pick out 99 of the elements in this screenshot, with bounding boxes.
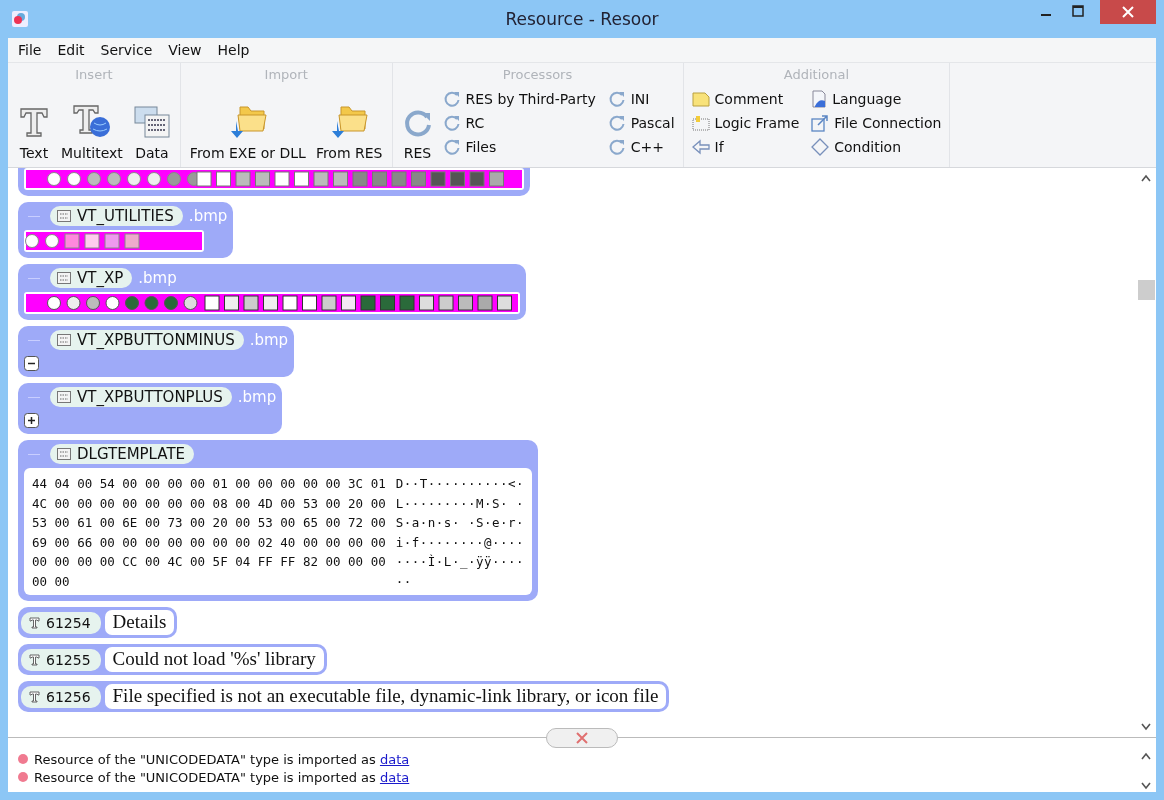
ribbon-button[interactable]: RC [440,111,598,135]
ribbon-button[interactable]: Comment [689,87,802,111]
group-title: Insert [75,67,113,84]
refresh-icon [607,90,626,108]
string-text: Details [104,610,175,635]
diamond-icon [811,138,830,156]
refresh-icon [607,138,626,156]
binary-data-icon [57,210,71,222]
group-title: Import [264,67,308,84]
ribbon-button[interactable]: Condition [809,135,944,159]
scroll-thumb[interactable] [1137,280,1155,300]
log-message: Resource of the "UNICODEDATA" type is imported as data [34,769,410,785]
window-title: Resource - Resoor [505,9,659,29]
string-id-tag[interactable]: 61255 [21,648,101,671]
document-icon [811,90,828,108]
menu-item[interactable]: Edit [57,42,85,58]
file-extension: .bmp [188,207,228,225]
ribbon-button[interactable]: Data [129,85,174,163]
ribbon-button[interactable]: Logic Frame [689,111,802,135]
scroll-up-icon [1141,752,1151,760]
ribbon-button[interactable]: RES [398,85,437,163]
resource-name-tag[interactable]: VT_XP [50,268,133,288]
ribbon-button[interactable]: From EXE or DLL [186,85,309,163]
ascii-text: i·f········@···· [395,533,525,552]
app-icon [12,11,28,27]
ribbon-button[interactable]: Files [440,135,598,159]
ribbon-button[interactable]: Multitext [58,85,126,163]
refresh-icon [607,114,626,132]
hex-bytes: 53 00 61 00 6E 00 73 00 20 00 53 00 65 00 72 00 [32,514,386,532]
close-button[interactable] [1100,0,1156,24]
external-link-icon [811,114,830,132]
group-title: Additional [783,67,850,84]
binary-data-icon [57,391,71,403]
ribbon-button[interactable]: INI [605,87,677,111]
menu-item[interactable]: Help [217,42,250,58]
scroll-up-icon [1141,174,1151,182]
ascii-text: ·· [395,572,413,591]
ribbon-button[interactable]: File Connection [809,111,944,135]
ribbon-button[interactable]: Text [14,85,54,163]
pointer-icon [691,139,710,155]
ascii-text: D··T··········<· [395,475,525,493]
menu-item[interactable]: File [18,42,42,58]
string-id-tag[interactable]: 61254 [21,611,101,634]
status-dot-icon [18,772,28,782]
letter-t-globe-icon [71,103,112,139]
ribbon-button[interactable]: Pascal [605,111,677,135]
dotted-frame-icon [691,115,710,131]
ribbon-button[interactable]: From RES [312,85,386,163]
resource-name-tag[interactable]: DLGTEMPLATE [50,444,195,464]
resource-name-tag[interactable]: VT_XPBUTTONMINUS [50,330,244,350]
binary-data-icon [57,272,71,284]
maximize-icon [1072,5,1084,17]
scroll-down-icon [1141,782,1151,790]
data-link[interactable]: data [379,769,410,785]
ribbon-button[interactable]: If [689,135,802,159]
refresh-icon [442,114,461,132]
hex-bytes: 00 00 00 00 CC 00 4C 00 5F 04 FF FF 82 00 00 00 [32,553,386,571]
letter-t-icon [29,653,40,666]
string-id-tag[interactable]: 61256 [21,685,101,708]
letter-t-icon [29,616,40,629]
hex-bytes: 00 00 [32,572,71,591]
resource-name-tag[interactable]: VT_UTILITIES [50,206,183,226]
ribbon-button[interactable]: Language [809,87,944,111]
minimize-icon [1041,14,1051,16]
status-dot-icon [18,754,28,764]
minus-box-icon [24,356,39,371]
hex-bytes: 44 04 00 54 00 00 00 00 01 00 00 00 00 00 3C 01 [32,475,386,493]
file-extension: .bmp [249,331,289,349]
ascii-text: S·a·n·s· ·S·e·r· [395,514,525,532]
group-title: Processors [502,67,573,84]
scroll-down-icon [1141,723,1151,731]
ascii-text: ····Ì·L·_·ÿÿ···· [395,553,525,571]
binary-data-icon [57,448,71,460]
letter-t-icon [29,690,40,703]
hex-bytes: 4C 00 00 00 00 00 00 00 08 00 4D 00 53 00 20 00 [32,494,386,513]
ribbon-button[interactable]: RES by Third-Party [440,87,598,111]
binary-data-icon [132,105,171,139]
binary-data-icon [57,334,71,346]
file-extension: .bmp [237,388,277,406]
resource-name-tag[interactable]: VT_XPBUTTONPLUS [50,387,232,407]
refresh-icon [442,138,461,156]
close-log-button[interactable] [546,728,618,748]
menu-item[interactable]: View [168,42,202,58]
close-icon [1122,6,1134,18]
string-text: File specified is not an executable file, dynamic-link library, or icon file [104,684,667,709]
log-message: Resource of the "UNICODEDATA" type is imported as data [34,751,410,767]
data-link[interactable]: data [379,751,410,767]
file-extension: .bmp [138,269,177,287]
refresh-icon [442,90,461,108]
folder-import-icon [329,103,370,139]
note-icon [691,91,710,107]
menu-item[interactable]: Service [100,42,153,58]
hex-bytes: 69 00 66 00 00 00 00 00 00 00 02 40 00 00 00 00 [32,533,386,552]
letter-t-icon [17,105,51,139]
close-icon [575,732,589,744]
string-text: Could not load '%s' library [104,647,324,672]
ascii-text: L·········M·S· · [395,494,525,513]
ribbon-button[interactable]: C++ [605,135,677,159]
plus-box-icon [24,413,39,428]
